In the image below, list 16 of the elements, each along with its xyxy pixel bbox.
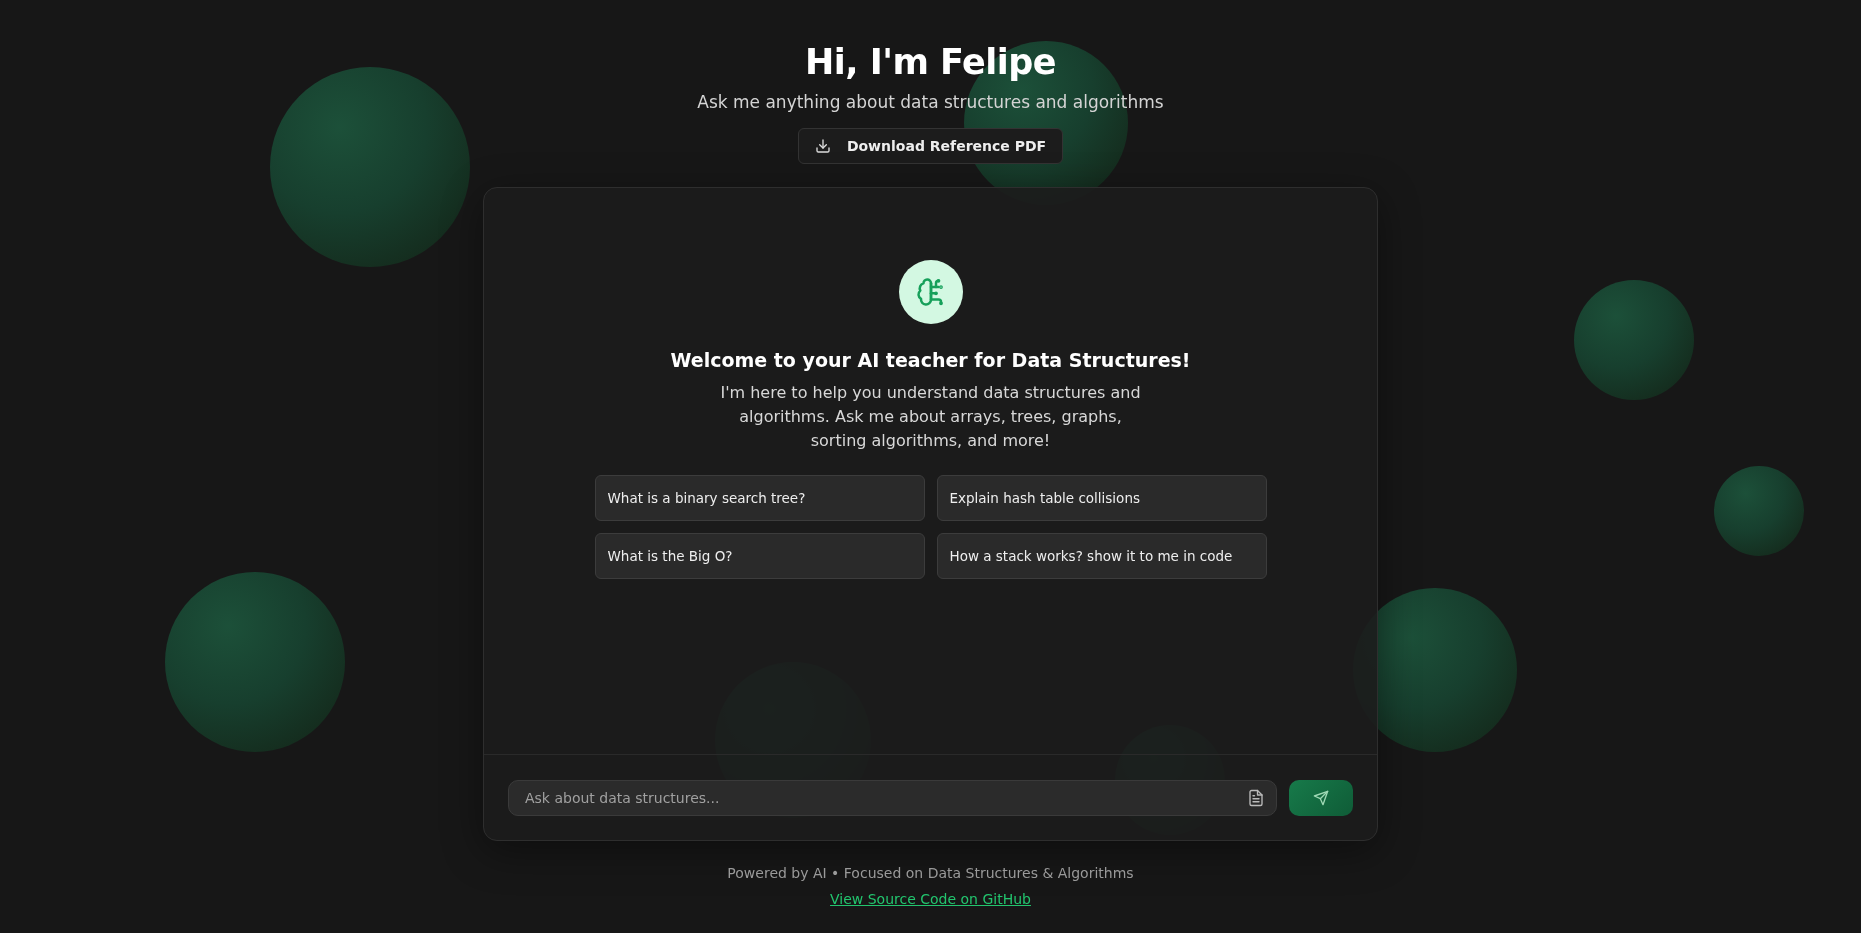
download-button[interactable]: Download Reference PDF [797, 128, 1064, 164]
github-link[interactable]: View Source Code on GitHub [830, 891, 1031, 907]
welcome-heading: Welcome to your AI teacher for Data Structures! [670, 348, 1191, 373]
suggestion-button[interactable]: What is a binary search tree? [594, 475, 925, 521]
send-button[interactable] [1289, 779, 1353, 816]
welcome-text: I'm here to help you understand data structures and algorithms. Ask me about arrays, trees, graphs, sorting algorithms, and more! [719, 382, 1142, 452]
message-input-field[interactable]: Ask about data structures... [508, 779, 1277, 816]
download-icon [814, 138, 831, 154]
page-subtitle: Ask me anything about data structures and algorithms [697, 91, 1164, 114]
page-title: Hi, I'm Felipe [804, 41, 1057, 84]
document-icon[interactable] [1247, 788, 1265, 807]
footer-text: Powered by AI • Focused on Data Structures & Algorithms [727, 864, 1134, 883]
suggestion-button[interactable]: How a stack works? show it to me in code [936, 533, 1267, 579]
suggestion-button[interactable]: What is the Big O? [594, 533, 925, 579]
send-icon [1313, 789, 1329, 806]
suggestion-button[interactable]: Explain hash table collisions [936, 475, 1267, 521]
